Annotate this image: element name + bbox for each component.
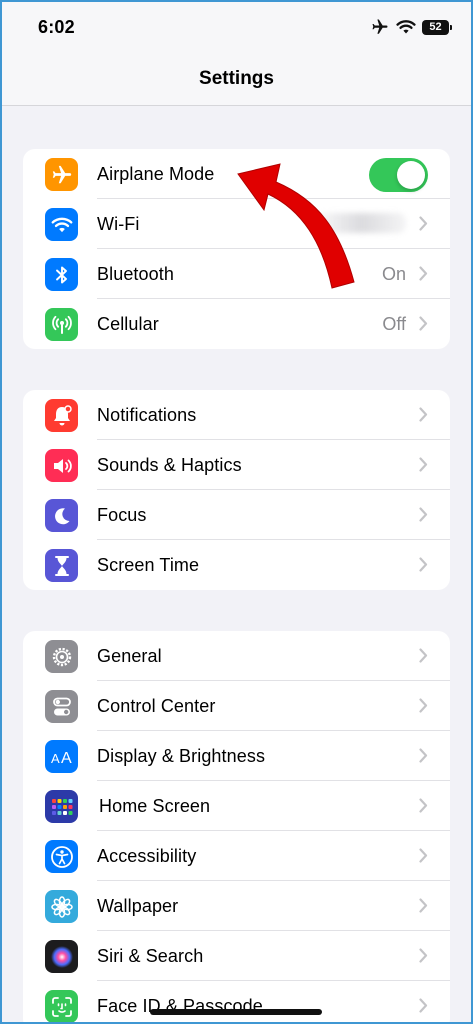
accessibility-label: Accessibility — [97, 846, 197, 866]
sounds-haptics-label: Sounds & Haptics — [97, 455, 242, 475]
app-grid-icon — [45, 790, 78, 823]
focus-label: Focus — [97, 505, 147, 525]
status-icons: 52 — [370, 18, 452, 36]
chevron-right-icon — [419, 216, 428, 236]
accessibility-icon — [45, 840, 78, 873]
chevron-right-icon — [419, 948, 428, 968]
wallpaper-row[interactable]: Wallpaper — [23, 881, 450, 931]
general-label: General — [97, 646, 162, 666]
text-size-icon: A A — [45, 740, 78, 773]
status-time: 6:02 — [38, 17, 75, 37]
bell-icon — [45, 399, 78, 432]
chevron-right-icon — [419, 266, 428, 286]
chevron-right-icon — [419, 798, 428, 818]
airplane-status-icon — [370, 18, 390, 36]
bluetooth-label: Bluetooth — [97, 264, 174, 284]
svg-text:A: A — [51, 751, 60, 766]
gear-icon — [45, 640, 78, 673]
notifications-label: Notifications — [97, 405, 197, 425]
speaker-icon — [45, 449, 78, 482]
switches-icon — [45, 690, 78, 723]
wallpaper-label: Wallpaper — [97, 896, 179, 916]
wifi-icon — [45, 208, 78, 241]
moon-icon — [45, 499, 78, 532]
toggle-knob — [397, 161, 425, 189]
display-brightness-row[interactable]: A A Display & Brightness — [23, 731, 450, 781]
chevron-right-icon — [419, 848, 428, 868]
home-screen-row[interactable]: Home Screen — [23, 781, 450, 831]
airplane-icon — [45, 158, 78, 191]
chevron-right-icon — [419, 648, 428, 668]
siri-search-row[interactable]: Siri & Search — [23, 931, 450, 981]
svg-text:A: A — [61, 750, 72, 766]
navigation-bar: Settings — [0, 56, 473, 106]
wifi-status-icon — [396, 19, 416, 35]
cellular-row[interactable]: Cellular Off — [23, 299, 450, 349]
general-group: General Control Center A A Display & Bri… — [23, 631, 450, 1024]
status-bar: 6:02 52 — [0, 0, 473, 56]
bluetooth-value: On — [381, 264, 406, 284]
control-center-label: Control Center — [97, 696, 216, 716]
chevron-right-icon — [419, 998, 428, 1018]
cellular-icon — [45, 308, 78, 341]
screen-time-row[interactable]: Screen Time — [23, 540, 450, 590]
battery-icon: 52 — [422, 19, 452, 35]
screen-time-label: Screen Time — [97, 555, 200, 575]
chevron-right-icon — [419, 557, 428, 577]
chevron-right-icon — [419, 407, 428, 427]
focus-row[interactable]: Focus — [23, 490, 450, 540]
airplane-mode-toggle[interactable] — [369, 158, 428, 192]
accessibility-row[interactable]: Accessibility — [23, 831, 450, 881]
notifications-group: Notifications Sounds & Haptics Focus Scr… — [23, 390, 450, 590]
cellular-value: Off — [382, 314, 406, 334]
page-title: Settings — [199, 68, 274, 89]
control-center-row[interactable]: Control Center — [23, 681, 450, 731]
home-indicator[interactable] — [150, 1009, 322, 1015]
chevron-right-icon — [419, 507, 428, 527]
red-arrow-annotation — [237, 163, 355, 289]
cellular-label: Cellular — [97, 314, 159, 334]
chevron-right-icon — [419, 698, 428, 718]
hourglass-icon — [45, 549, 78, 582]
siri-search-label: Siri & Search — [97, 946, 204, 966]
home-screen-label: Home Screen — [99, 796, 211, 816]
chevron-right-icon — [419, 316, 428, 336]
bluetooth-icon — [45, 258, 78, 291]
airplane-mode-label: Airplane Mode — [97, 164, 215, 184]
chevron-right-icon — [419, 748, 428, 768]
notifications-row[interactable]: Notifications — [23, 390, 450, 440]
face-id-passcode-row[interactable]: Face ID & Passcode — [23, 981, 450, 1024]
wifi-label: Wi-Fi — [97, 214, 140, 234]
siri-icon — [45, 940, 78, 973]
sounds-haptics-row[interactable]: Sounds & Haptics — [23, 440, 450, 490]
chevron-right-icon — [419, 457, 428, 477]
general-row[interactable]: General — [23, 631, 450, 681]
flower-icon — [45, 890, 78, 923]
display-brightness-label: Display & Brightness — [97, 746, 266, 766]
face-id-icon — [45, 990, 78, 1023]
chevron-right-icon — [419, 898, 428, 918]
